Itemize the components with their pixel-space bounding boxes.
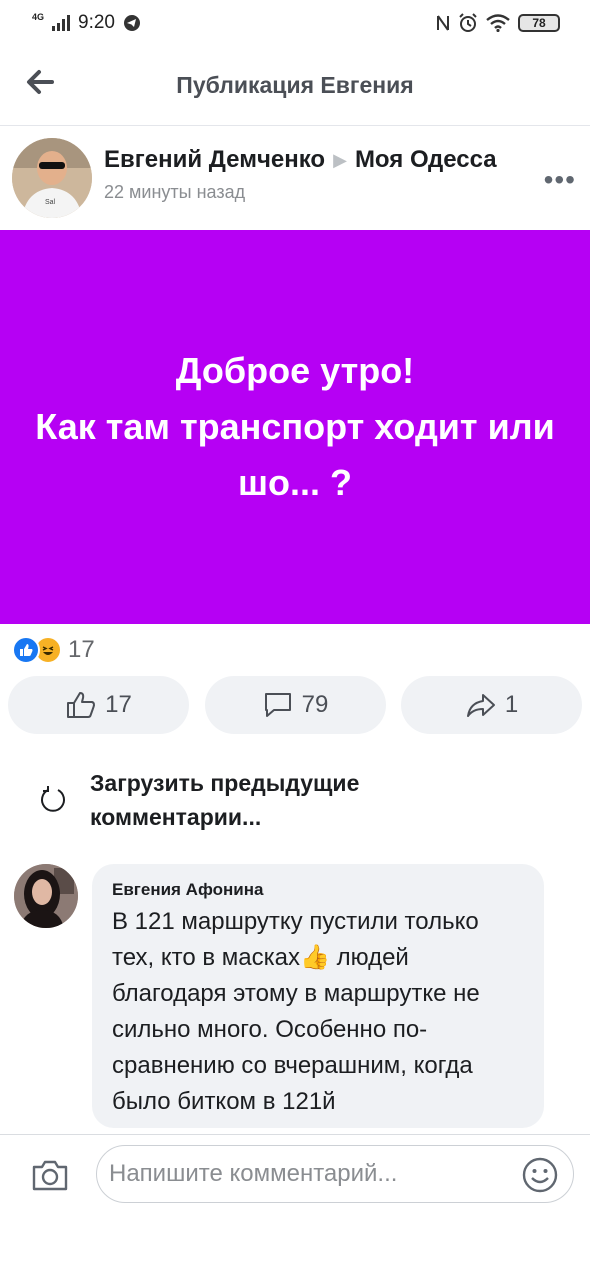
reactions-count: 17 (68, 636, 95, 663)
comment-count: 79 (301, 691, 329, 718)
share-icon (466, 694, 495, 717)
post-actions: 17 79 1 (8, 676, 582, 734)
like-icon (67, 692, 96, 718)
commenter-avatar[interactable] (14, 864, 78, 928)
load-previous-label: Загрузить предыдущие комментарии... (90, 770, 360, 830)
smile-icon[interactable] (521, 1156, 559, 1194)
share-count: 1 (504, 691, 519, 718)
load-previous-comments[interactable]: Загрузить предыдущие комментарии... (0, 762, 590, 842)
comment-text-part1: В 121 маршрутку пустили только тех, кто … (112, 908, 479, 971)
app-header: Публикация Евгения (0, 46, 590, 126)
wifi-icon (486, 14, 510, 32)
nfc-icon (437, 15, 449, 31)
like-reaction-icon (12, 636, 40, 664)
post-text-line2: Как там транспорт ходит или шо... ? (35, 406, 555, 503)
comment-input[interactable]: Напишите комментарий... (96, 1145, 574, 1203)
status-bar: 4G 9:20 78 (0, 0, 590, 46)
comment-bubble[interactable]: Евгения Афонина В 121 маршрутку пустили … (92, 864, 544, 1128)
more-icon[interactable]: ••• (544, 164, 576, 196)
status-left: 4G 9:20 (32, 12, 141, 34)
signal-icon (52, 15, 71, 31)
comment-text: В 121 маршрутку пустили только тех, кто … (112, 904, 524, 1120)
status-right: 78 (436, 13, 560, 33)
like-count: 17 (105, 691, 132, 718)
comment-input-placeholder: Напишите комментарий... (109, 1160, 398, 1187)
author-avatar[interactable]: Sal (12, 138, 92, 218)
post-text-line1: Доброе утро! (175, 350, 415, 391)
thumbs-up-emoji-icon: 👍 (300, 944, 330, 971)
refresh-icon (41, 786, 65, 812)
battery-icon: 78 (518, 14, 560, 32)
post-time[interactable]: 22 минуты назад (104, 182, 245, 203)
comment-composer: Напишите комментарий... (0, 1134, 590, 1280)
author-name[interactable]: Евгений Демченко (104, 146, 325, 174)
author-avatar-image: Sal (12, 138, 92, 218)
post-text: Доброе утро! Как там транспорт ходит или… (10, 343, 580, 511)
network-type: 4G (32, 11, 45, 22)
comment-button[interactable]: 79 (204, 676, 386, 734)
battery-level: 78 (532, 16, 546, 30)
commenter-avatar-image (14, 864, 78, 928)
reactions-summary[interactable]: 17 (12, 636, 95, 664)
like-button[interactable]: 17 (8, 676, 189, 734)
share-button[interactable]: 1 (401, 676, 582, 734)
camera-icon[interactable] (30, 1157, 70, 1193)
alarm-icon (459, 13, 477, 32)
post-author-line: Евгений Демченко ▶ Моя Одесса (104, 146, 497, 174)
svg-text:Sal: Sal (45, 199, 56, 206)
comment-icon (264, 693, 291, 717)
status-time: 9:20 (78, 12, 115, 33)
group-name[interactable]: Моя Одесса (355, 146, 497, 174)
back-arrow-icon[interactable] (22, 64, 58, 100)
post-banner: Доброе утро! Как там транспорт ходит или… (0, 230, 590, 624)
comment-author[interactable]: Евгения Афонина (112, 880, 524, 900)
post-header: Sal Евгений Демченко ▶ Моя Одесса 22 мин… (0, 126, 590, 230)
page-title: Публикация Евгения (176, 72, 414, 98)
triangle-right-icon: ▶ (333, 149, 347, 170)
telegram-icon (124, 15, 140, 31)
